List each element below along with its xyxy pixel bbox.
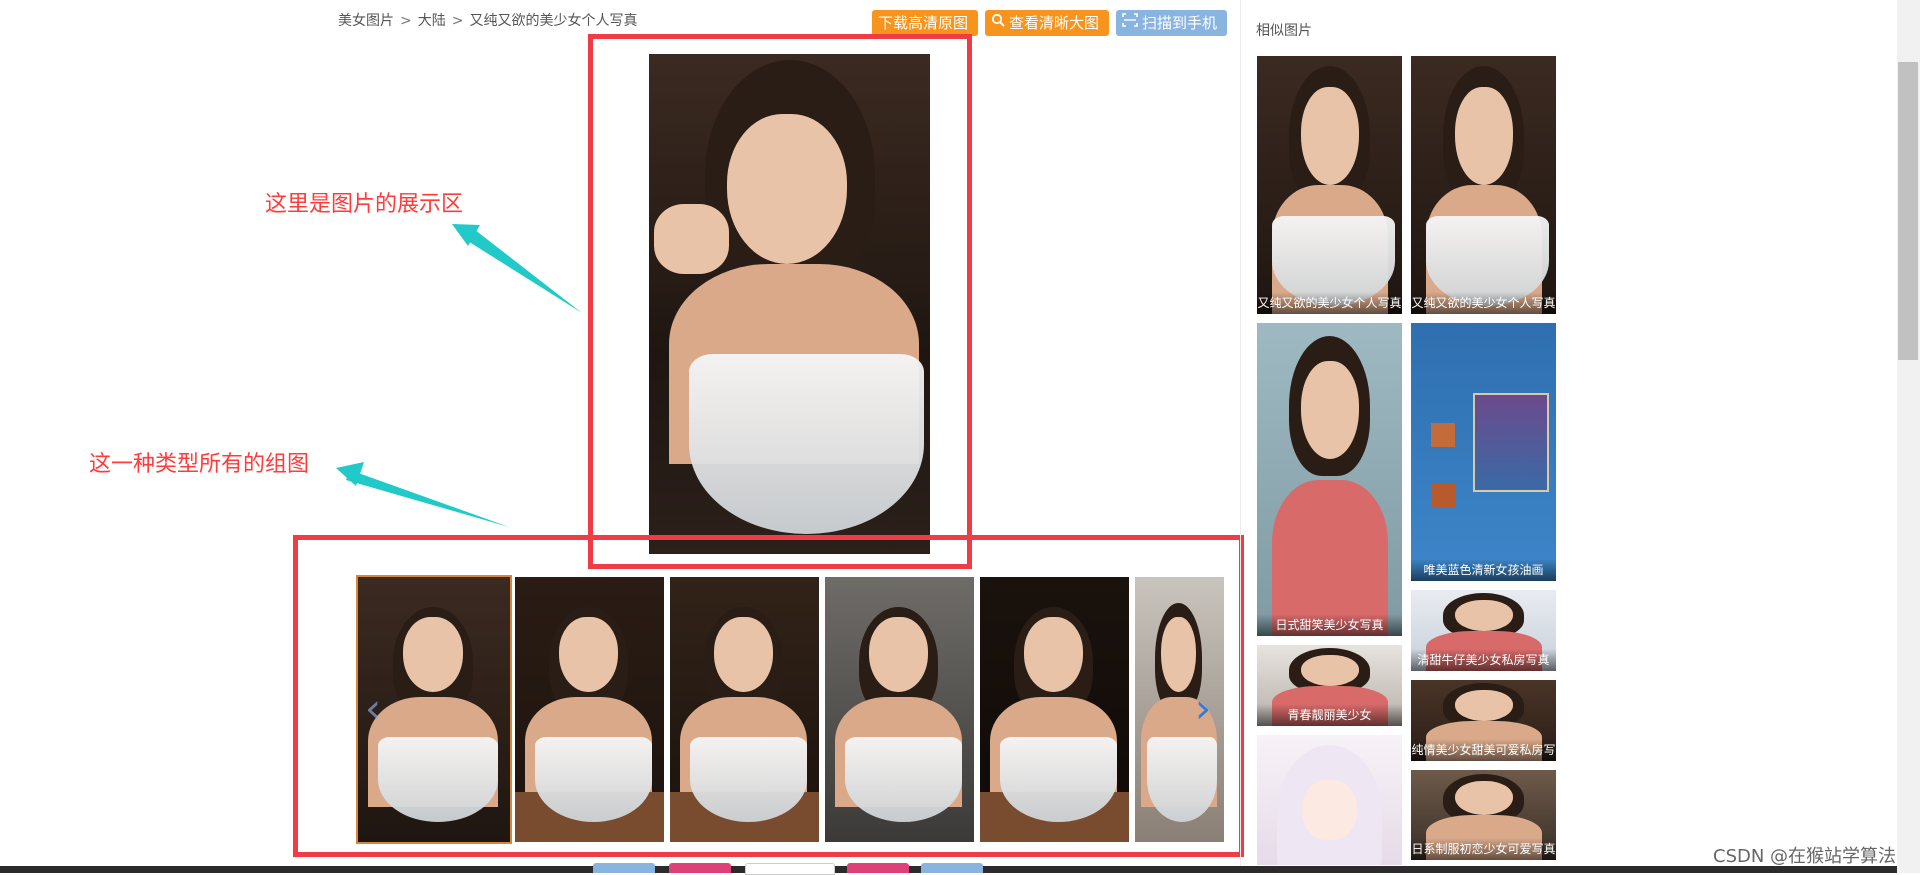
scrollbar-thumb[interactable] bbox=[1898, 62, 1918, 360]
similar-image-item[interactable]: 日式甜笑美少女写真 bbox=[1257, 323, 1402, 636]
arrow-to-display-area bbox=[463, 226, 582, 313]
arrow-to-group-images bbox=[346, 470, 509, 527]
similar-image-item[interactable] bbox=[1257, 735, 1402, 865]
similar-image-item[interactable]: 又纯又欲的美少女个人写真 bbox=[1257, 56, 1402, 314]
similar-image-caption: 唯美蓝色清新女孩油画 bbox=[1411, 559, 1556, 581]
bottom-button[interactable] bbox=[847, 863, 909, 873]
sidebar-title: 相似图片 bbox=[1256, 23, 1312, 39]
similar-image-caption: 又纯又欲的美少女个人写真 bbox=[1257, 292, 1402, 314]
similar-image-item[interactable]: 纯情美少女甜美可爱私房写 bbox=[1411, 680, 1556, 761]
bottom-button[interactable] bbox=[745, 863, 835, 875]
similar-image-caption: 日式甜笑美少女写真 bbox=[1257, 614, 1402, 636]
similar-image-caption: 清甜牛仔美少女私房写真 bbox=[1411, 649, 1556, 671]
similar-image-caption bbox=[1257, 843, 1402, 865]
similar-image-caption: 青春靓丽美少女 bbox=[1257, 704, 1402, 726]
similar-image-item[interactable]: 清甜牛仔美少女私房写真 bbox=[1411, 590, 1556, 671]
similar-image-caption: 日系制服初恋少女可爱写真 bbox=[1411, 838, 1556, 860]
similar-image-caption: 又纯又欲的美少女个人写真 bbox=[1411, 292, 1556, 314]
annotation-box-display-area bbox=[588, 34, 972, 569]
similar-image-caption: 纯情美少女甜美可爱私房写 bbox=[1411, 739, 1556, 761]
watermark: CSDN @在猴站学算法 bbox=[1713, 846, 1897, 867]
annotation-box-thumbnails bbox=[293, 535, 1244, 857]
similar-image-item[interactable]: 又纯又欲的美少女个人写真 bbox=[1411, 56, 1556, 314]
bottom-button[interactable] bbox=[593, 863, 655, 873]
similar-image-item[interactable]: 青春靓丽美少女 bbox=[1257, 645, 1402, 726]
bottom-button[interactable] bbox=[921, 863, 983, 873]
similar-image-item[interactable]: 日系制服初恋少女可爱写真 bbox=[1411, 770, 1556, 860]
bottom-button[interactable] bbox=[669, 863, 731, 873]
similar-image-item[interactable]: 唯美蓝色清新女孩油画 bbox=[1411, 323, 1556, 581]
sidebar-divider bbox=[1240, 0, 1241, 873]
